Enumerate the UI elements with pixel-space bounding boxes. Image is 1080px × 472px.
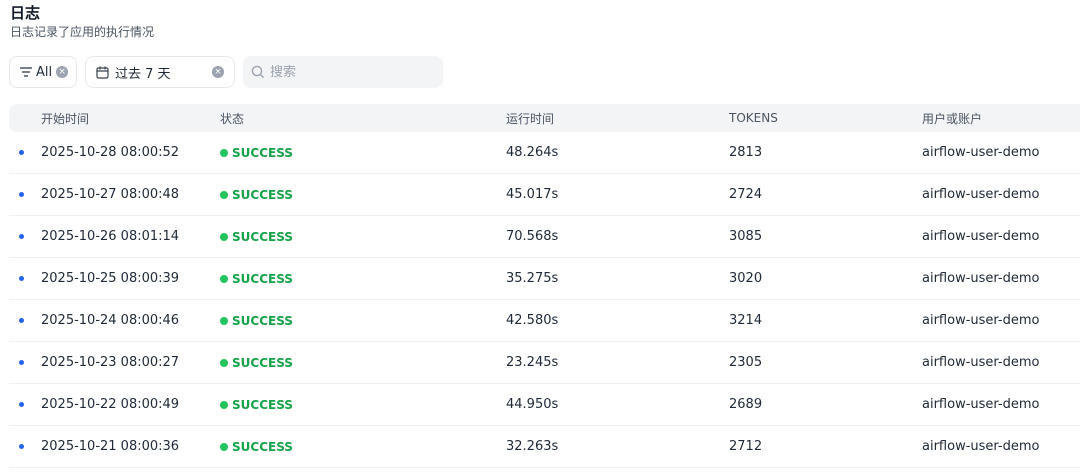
table-row[interactable]: 2025-10-21 08:00:36 SUCCESS 32.263s 2712…: [9, 426, 1080, 468]
success-dot-icon: [220, 190, 228, 199]
success-dot-icon: [220, 148, 228, 157]
tokens: 2305: [729, 355, 763, 370]
page-header: 日志 日志记录了应用的执行情况: [10, 4, 154, 40]
status-badge: SUCCESS: [220, 314, 293, 328]
duration: 45.017s: [506, 187, 559, 202]
success-dot-icon: [220, 442, 228, 451]
success-dot-icon: [220, 358, 228, 367]
table-row[interactable]: 2025-10-22 08:00:49 SUCCESS 44.950s 2689…: [9, 384, 1080, 426]
user-account: airflow-user-demo: [922, 355, 1040, 370]
duration: 35.275s: [506, 271, 559, 286]
status-badge: SUCCESS: [220, 440, 293, 454]
start-time: 2025-10-28 08:00:52: [41, 145, 180, 160]
status-badge: SUCCESS: [220, 356, 293, 370]
table-row[interactable]: 2025-10-23 08:00:27 SUCCESS 23.245s 2305…: [9, 342, 1080, 384]
tokens: 2689: [729, 397, 763, 412]
start-time: 2025-10-26 08:01:14: [41, 229, 180, 244]
user-account: airflow-user-demo: [922, 271, 1040, 286]
date-range-filter[interactable]: 过去 7 天 ×: [85, 56, 235, 88]
success-dot-icon: [220, 232, 228, 241]
tokens: 3085: [729, 229, 763, 244]
search-input[interactable]: [270, 64, 430, 80]
unread-dot-icon: [19, 234, 24, 239]
start-time: 2025-10-22 08:00:49: [41, 397, 180, 412]
success-dot-icon: [220, 400, 228, 409]
unread-dot-icon: [19, 192, 24, 197]
status-badge: SUCCESS: [220, 230, 293, 244]
user-account: airflow-user-demo: [922, 187, 1040, 202]
date-range-label: 过去 7 天: [115, 66, 171, 82]
duration: 32.263s: [506, 439, 559, 454]
tokens: 3020: [729, 271, 763, 286]
filter-bar: All × 过去 7 天 ×: [9, 56, 443, 88]
tokens: 2724: [729, 187, 763, 202]
user-account: airflow-user-demo: [922, 397, 1040, 412]
duration: 48.264s: [506, 145, 559, 160]
unread-dot-icon: [19, 276, 24, 281]
table-row[interactable]: 2025-10-24 08:00:46 SUCCESS 42.580s 3214…: [9, 300, 1080, 342]
unread-dot-icon: [19, 150, 24, 155]
unread-dot-icon: [19, 360, 24, 365]
start-time: 2025-10-21 08:00:36: [41, 439, 180, 454]
calendar-icon: [96, 66, 109, 79]
start-time: 2025-10-27 08:00:48: [41, 187, 180, 202]
table-row[interactable]: 2025-10-27 08:00:48 SUCCESS 45.017s 2724…: [9, 174, 1080, 216]
user-account: airflow-user-demo: [922, 145, 1040, 160]
column-header-user[interactable]: 用户或账户: [922, 104, 982, 132]
start-time: 2025-10-23 08:00:27: [41, 355, 180, 370]
status-badge: SUCCESS: [220, 398, 293, 412]
unread-dot-icon: [19, 444, 24, 449]
status-badge: SUCCESS: [220, 272, 293, 286]
column-header-start-time[interactable]: 开始时间: [41, 104, 89, 132]
success-dot-icon: [220, 316, 228, 325]
user-account: airflow-user-demo: [922, 313, 1040, 328]
search-box[interactable]: [243, 56, 443, 88]
success-dot-icon: [220, 274, 228, 283]
filter-icon: [20, 67, 32, 77]
start-time: 2025-10-24 08:00:46: [41, 313, 180, 328]
tokens: 2712: [729, 439, 763, 454]
clear-icon[interactable]: ×: [56, 66, 69, 78]
table-header: 开始时间 状态 运行时间 TOKENS 用户或账户: [9, 104, 1080, 132]
user-account: airflow-user-demo: [922, 439, 1040, 454]
duration: 70.568s: [506, 229, 559, 244]
table-row[interactable]: 2025-10-28 08:00:52 SUCCESS 48.264s 2813…: [9, 132, 1080, 174]
table-row[interactable]: 2025-10-25 08:00:39 SUCCESS 35.275s 3020…: [9, 258, 1080, 300]
column-header-status[interactable]: 状态: [220, 104, 244, 132]
status-badge: SUCCESS: [220, 188, 293, 202]
table-row[interactable]: 2025-10-26 08:01:14 SUCCESS 70.568s 3085…: [9, 216, 1080, 258]
status-badge: SUCCESS: [220, 146, 293, 160]
duration: 44.950s: [506, 397, 559, 412]
status-filter[interactable]: All ×: [9, 56, 77, 88]
unread-dot-icon: [19, 402, 24, 407]
tokens: 3214: [729, 313, 763, 328]
status-filter-label: All: [36, 64, 53, 80]
page-subtitle: 日志记录了应用的执行情况: [10, 25, 155, 39]
search-icon: [251, 65, 265, 79]
clear-icon[interactable]: ×: [212, 66, 224, 78]
duration: 23.245s: [506, 355, 559, 370]
unread-dot-icon: [19, 318, 24, 323]
duration: 42.580s: [506, 313, 559, 328]
start-time: 2025-10-25 08:00:39: [41, 271, 180, 286]
column-header-duration[interactable]: 运行时间: [506, 104, 554, 132]
page-title: 日志: [10, 4, 41, 22]
tokens: 2813: [729, 145, 763, 160]
log-table: 开始时间 状态 运行时间 TOKENS 用户或账户 2025-10-28 08:…: [9, 104, 1080, 468]
user-account: airflow-user-demo: [922, 229, 1040, 244]
column-header-tokens[interactable]: TOKENS: [729, 104, 778, 132]
